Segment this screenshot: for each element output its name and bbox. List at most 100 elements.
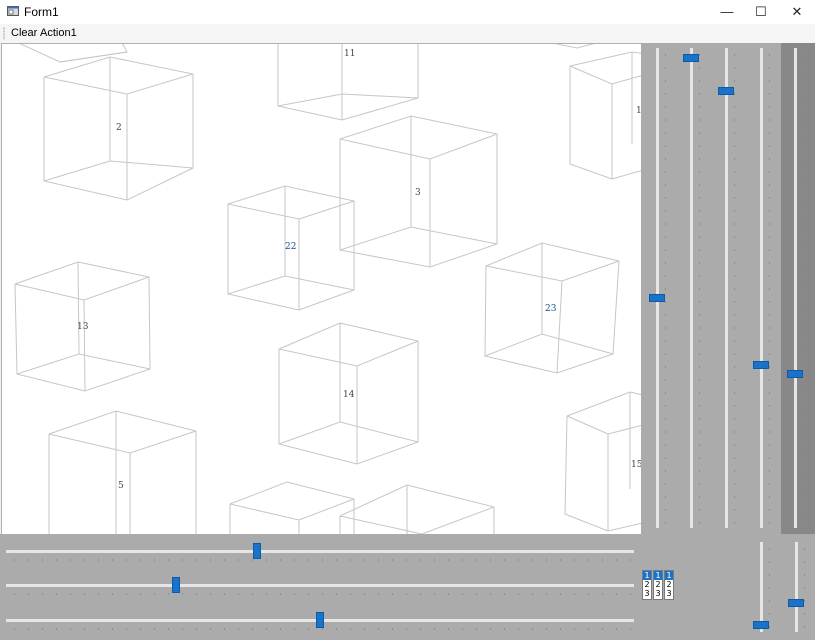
slider-track: [6, 584, 634, 587]
slider-tick: [769, 392, 770, 394]
slider-tick: [769, 236, 770, 238]
slider-tick: [665, 353, 666, 355]
slider-thumb-v1[interactable]: [649, 293, 665, 302]
slider-tick: [665, 470, 666, 472]
drawing-canvas[interactable]: 11 2 1 3 22 13 23 14 5 15: [1, 43, 641, 534]
slider-thumb-v5[interactable]: [787, 370, 803, 379]
slider-tick: [734, 275, 735, 277]
slider-tick: [665, 509, 666, 511]
slider-tick: [665, 145, 666, 147]
slider-track: [725, 48, 728, 528]
slider-tick: [769, 132, 770, 134]
slider-tick: [182, 593, 183, 595]
slider-tick: [14, 559, 15, 561]
slider-tick: [350, 628, 351, 630]
slider-tick: [364, 593, 365, 595]
cube-shape: [564, 391, 641, 532]
slider-tick: [803, 522, 804, 524]
slider-tick: [699, 93, 700, 95]
mini-list-control[interactable]: 1 2 3 1 2 3 1 2 3: [642, 570, 676, 600]
slider-tick: [699, 223, 700, 225]
slider-tick: [252, 559, 253, 561]
slider-tick: [280, 559, 281, 561]
slider-thumb-vb2[interactable]: [788, 599, 804, 608]
slider-tick: [804, 600, 805, 602]
slider-tick: [665, 457, 666, 459]
slider-tick: [665, 132, 666, 134]
slider-thumb-v4[interactable]: [753, 360, 769, 369]
slider-tick: [322, 628, 323, 630]
slider-tick: [252, 593, 253, 595]
slider-tick: [769, 483, 770, 485]
slider-tick: [322, 593, 323, 595]
slider-tick: [769, 54, 770, 56]
slider-tick: [734, 496, 735, 498]
slider-thumb-h3[interactable]: [316, 612, 324, 628]
slider-tick: [266, 559, 267, 561]
slider-tick: [224, 559, 225, 561]
slider-tick: [734, 366, 735, 368]
slider-track: [6, 550, 634, 553]
slider-tick: [803, 80, 804, 82]
slider-tick: [588, 559, 589, 561]
slider-tick: [665, 262, 666, 264]
slider-tick: [804, 548, 805, 550]
slider-tick: [574, 593, 575, 595]
slider-tick: [168, 628, 169, 630]
slider-tick: [476, 628, 477, 630]
slider-tick: [803, 171, 804, 173]
slider-thumb-v3[interactable]: [718, 87, 734, 96]
toolbar-grip-icon[interactable]: [3, 27, 5, 40]
slider-thumb-h2[interactable]: [171, 577, 180, 593]
slider-tick: [665, 184, 666, 186]
slider-tick: [803, 314, 804, 316]
mini-column[interactable]: 1 2 3: [642, 570, 652, 600]
slider-tick: [803, 327, 804, 329]
slider-tick: [734, 379, 735, 381]
slider-tick: [126, 628, 127, 630]
slider-tick: [734, 106, 735, 108]
slider-tick: [734, 93, 735, 95]
close-button[interactable]: ✕: [779, 0, 815, 24]
slider-tick: [56, 628, 57, 630]
slider-thumb-v2[interactable]: [683, 53, 699, 62]
slider-tick: [803, 223, 804, 225]
slider-tick: [734, 67, 735, 69]
slider-tick: [665, 249, 666, 251]
slider-tick: [699, 314, 700, 316]
slider-tick: [734, 54, 735, 56]
slider-tick: [665, 119, 666, 121]
slider-tick: [699, 470, 700, 472]
slider-tick: [434, 559, 435, 561]
cube-label: 23: [545, 304, 557, 314]
slider-tick: [699, 522, 700, 524]
slider-tick: [803, 54, 804, 56]
slider-tick: [665, 93, 666, 95]
app-icon: [7, 6, 19, 16]
minimize-button[interactable]: —: [709, 0, 745, 24]
slider-tick: [98, 628, 99, 630]
menu-bar: Clear Action1: [0, 24, 815, 43]
slider-tick: [769, 548, 770, 550]
slider-tick: [734, 509, 735, 511]
slider-thumb-vb1[interactable]: [753, 620, 769, 629]
slider-tick: [336, 559, 337, 561]
slider-tick: [803, 509, 804, 511]
mini-column[interactable]: 1 2 3: [664, 570, 674, 600]
slider-tick: [665, 54, 666, 56]
slider-thumb-h1[interactable]: [253, 543, 262, 559]
slider-tick: [448, 628, 449, 630]
slider-tick: [803, 262, 804, 264]
menu-item-action1[interactable]: Action1: [40, 27, 77, 39]
slider-tick: [98, 559, 99, 561]
slider-tick: [804, 574, 805, 576]
mini-column[interactable]: 1 2 3: [653, 570, 663, 600]
menu-item-clear[interactable]: Clear: [11, 27, 37, 39]
slider-tick: [420, 628, 421, 630]
slider-tick: [294, 628, 295, 630]
slider-tick: [420, 559, 421, 561]
slider-tick: [420, 593, 421, 595]
slider-tick: [769, 119, 770, 121]
cube-label: 2: [116, 123, 122, 133]
maximize-button[interactable]: ☐: [743, 0, 779, 24]
